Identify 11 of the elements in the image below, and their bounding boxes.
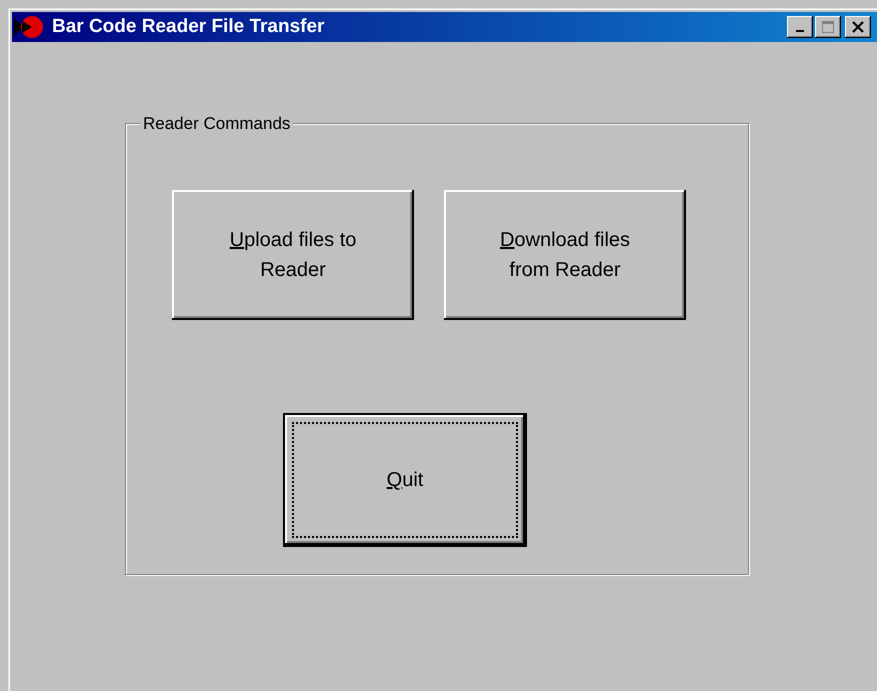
command-button[interactable]: Upload files to Reader [172, 190, 414, 320]
maximize-icon [822, 21, 834, 33]
app-icon [14, 15, 46, 39]
quit-button[interactable]: Quit [285, 415, 525, 545]
minimize-button[interactable] [787, 16, 813, 38]
window-title: Bar Code Reader File Transfer [52, 16, 326, 38]
close-button[interactable] [845, 16, 871, 38]
maximize-button[interactable] [815, 16, 841, 38]
close-icon [852, 21, 864, 33]
command-button[interactable]: Download files from Reader [444, 190, 686, 320]
minimize-icon [796, 30, 804, 32]
